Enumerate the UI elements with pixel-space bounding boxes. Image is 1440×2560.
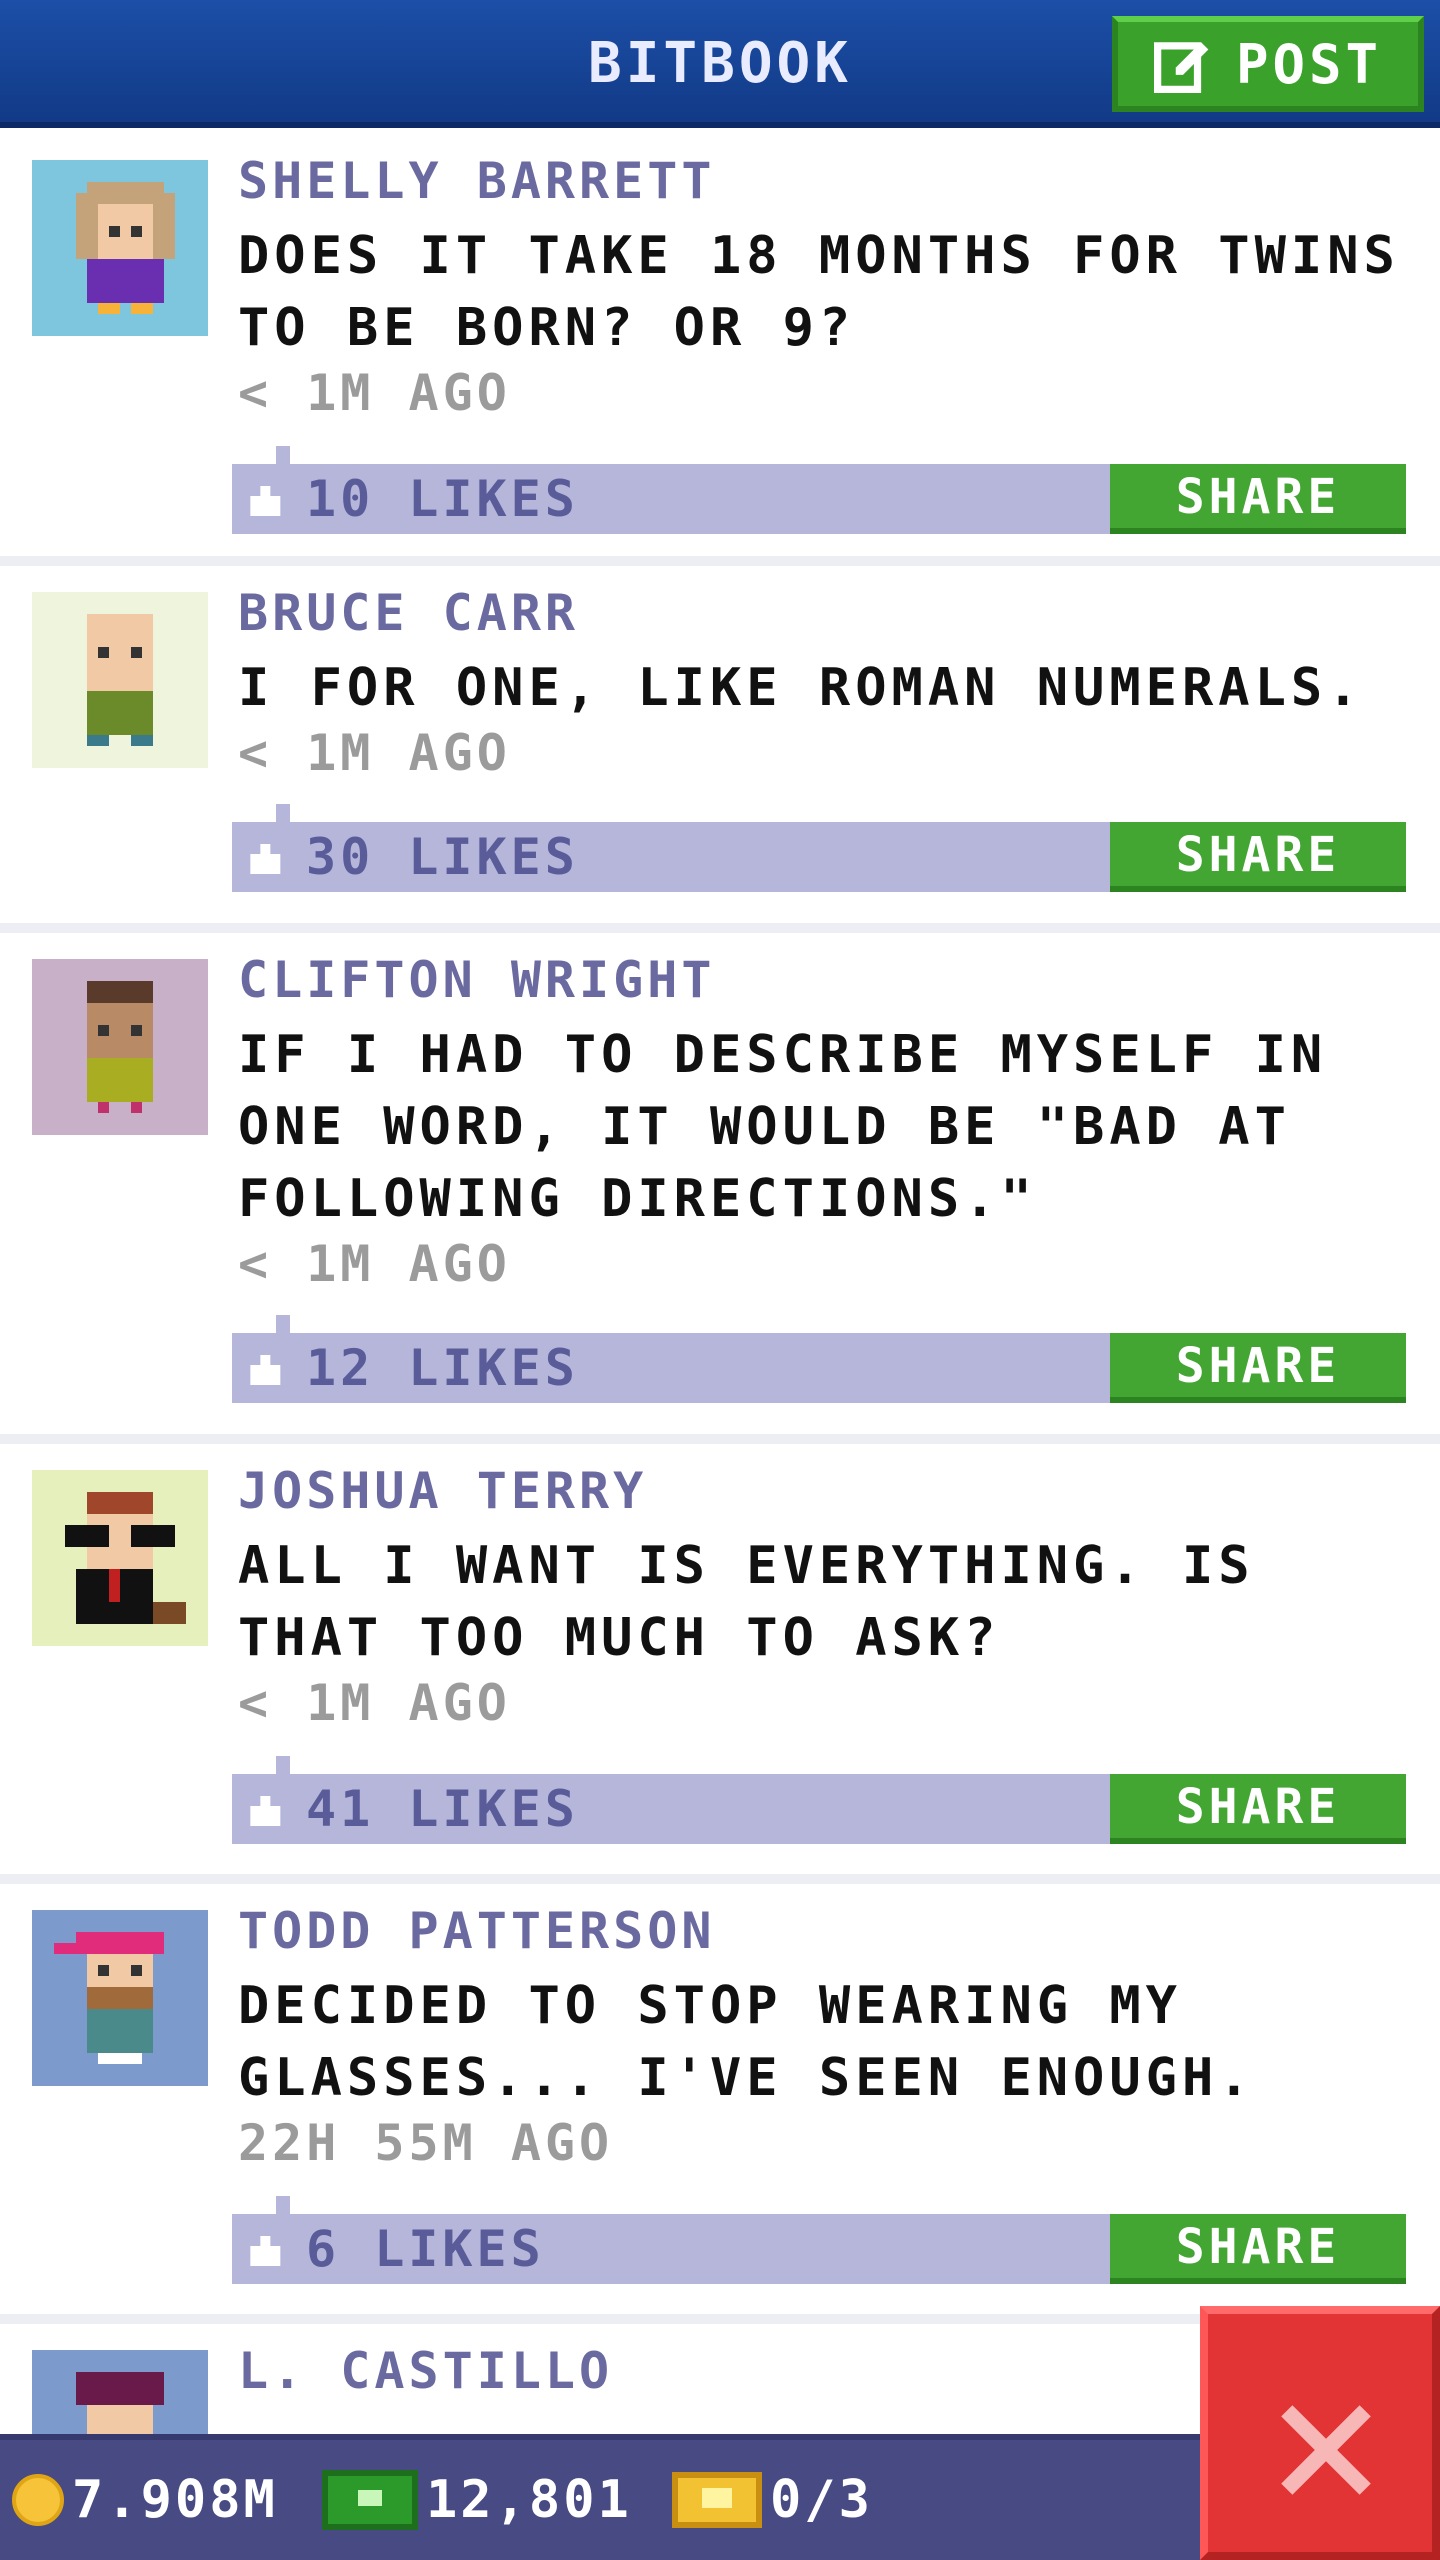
post-message: DOES IT TAKE 18 MONTHS FOR TWINS TO BE B…: [238, 226, 1400, 358]
avatar: [32, 160, 208, 336]
like-count: 10 LIKES: [306, 470, 579, 528]
like-count: 12 LIKES: [306, 1339, 579, 1397]
post-author[interactable]: TODD PATTERSON: [238, 1902, 715, 1960]
post-time: < 1M AGO: [238, 364, 511, 422]
like-bar: 12 LIKES SHARE: [232, 1315, 1406, 1403]
bux-stat: 12,801: [322, 2440, 632, 2560]
like-count: 30 LIKES: [306, 828, 579, 886]
post-time: < 1M AGO: [238, 1674, 511, 1732]
like-bar: 30 LIKES SHARE: [232, 804, 1406, 892]
bux-value: 12,801: [426, 2470, 632, 2530]
thumbs-up-icon[interactable]: [250, 844, 284, 874]
post-author[interactable]: JOSHUA TERRY: [238, 1462, 647, 1520]
post-author[interactable]: BRUCE CARR: [238, 584, 579, 642]
avatar: [32, 1470, 208, 1646]
feed-post: CLIFTON WRIGHT IF I HAD TO DESCRIBE MYSE…: [0, 933, 1440, 1444]
post-message: IF I HAD TO DESCRIBE MYSELF IN ONE WORD,…: [238, 1025, 1328, 1229]
share-button[interactable]: SHARE: [1110, 1774, 1406, 1844]
share-button[interactable]: SHARE: [1110, 1333, 1406, 1403]
avatar: [32, 959, 208, 1135]
feed-post: TODD PATTERSON DECIDED TO STOP WEARING M…: [0, 1884, 1440, 2324]
post-message: I FOR ONE, LIKE ROMAN NUMERALS.: [238, 658, 1364, 718]
cash-icon: [322, 2470, 418, 2530]
avatar: [32, 1910, 208, 2086]
thumbs-up-icon[interactable]: [250, 1796, 284, 1826]
post-author[interactable]: L. CASTILLO: [238, 2342, 613, 2400]
post-author[interactable]: SHELLY BARRETT: [238, 152, 715, 210]
post-author[interactable]: CLIFTON WRIGHT: [238, 951, 715, 1009]
avatar: [32, 2350, 208, 2434]
tickets-value: 0/3: [770, 2470, 873, 2530]
like-bar: 10 LIKES SHARE: [232, 446, 1406, 534]
avatar: [32, 592, 208, 768]
share-button[interactable]: SHARE: [1110, 2214, 1406, 2284]
thumbs-up-icon[interactable]: [250, 2236, 284, 2266]
thumbs-up-icon[interactable]: [250, 1355, 284, 1385]
feed-post: JOSHUA TERRY ALL I WANT IS EVERYTHING. I…: [0, 1444, 1440, 1884]
post-time: < 1M AGO: [238, 1235, 511, 1293]
coins-stat: 7.908M: [12, 2440, 278, 2560]
like-count: 6 LIKES: [306, 2220, 545, 2278]
share-button[interactable]: SHARE: [1110, 464, 1406, 534]
like-bar: 6 LIKES SHARE: [232, 2196, 1406, 2284]
close-icon: [1281, 2405, 1371, 2495]
feed[interactable]: SHELLY BARRETT DOES IT TAKE 18 MONTHS FO…: [0, 134, 1440, 2434]
thumbs-up-icon[interactable]: [250, 486, 284, 516]
post-time: 22H 55M AGO: [238, 2114, 614, 2172]
feed-post: SHELLY BARRETT DOES IT TAKE 18 MONTHS FO…: [0, 134, 1440, 566]
post-time: < 1M AGO: [238, 724, 511, 782]
post-message: DECIDED TO STOP WEARING MY GLASSES... I'…: [238, 1976, 1255, 2108]
close-button[interactable]: [1200, 2306, 1440, 2560]
post-button-label: POST: [1235, 32, 1383, 96]
post-button[interactable]: POST: [1112, 16, 1424, 112]
coin-icon: [12, 2474, 64, 2526]
coins-value: 7.908M: [72, 2470, 278, 2530]
like-bar: 41 LIKES SHARE: [232, 1756, 1406, 1844]
like-count: 41 LIKES: [306, 1780, 579, 1838]
app-header: BITBOOK POST: [0, 0, 1440, 128]
tickets-stat: 0/3: [672, 2440, 873, 2560]
feed-post: BRUCE CARR I FOR ONE, LIKE ROMAN NUMERAL…: [0, 566, 1440, 933]
post-message: ALL I WANT IS EVERYTHING. IS THAT TOO MU…: [238, 1536, 1255, 1668]
share-button[interactable]: SHARE: [1110, 822, 1406, 892]
edit-icon: [1153, 42, 1209, 93]
ticket-icon: [672, 2472, 762, 2528]
